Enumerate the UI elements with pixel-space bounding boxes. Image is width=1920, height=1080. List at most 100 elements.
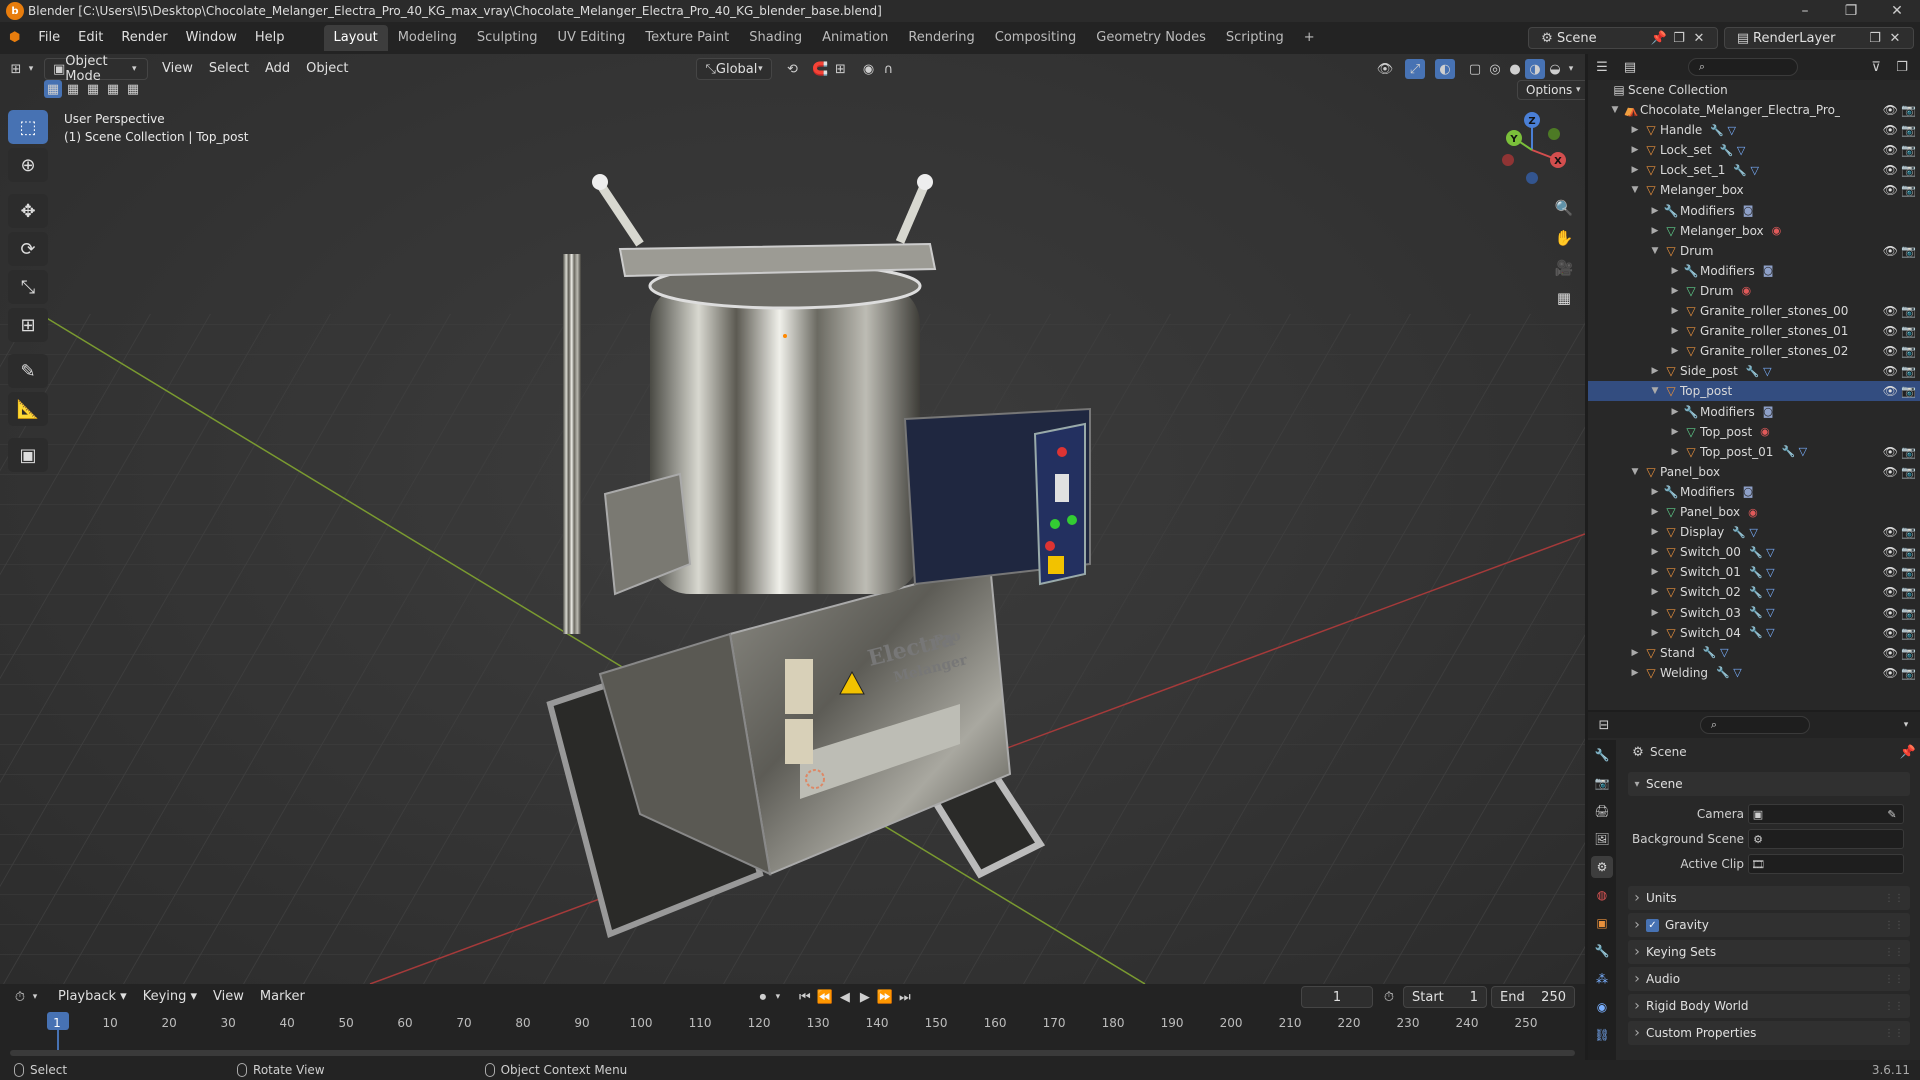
disclosure-collapsed-icon[interactable]: ▶ (1668, 447, 1682, 457)
render-camera-icon[interactable]: 📷 (1901, 244, 1916, 258)
tab-geometry-nodes[interactable]: Geometry Nodes (1086, 25, 1216, 51)
disclosure-collapsed-icon[interactable]: ▶ (1668, 427, 1682, 437)
xray-icon[interactable]: ▢ (1465, 59, 1485, 79)
menu-window[interactable]: Window (177, 26, 246, 50)
section-rigid-body-world[interactable]: › Rigid Body World ⋮⋮ (1628, 994, 1910, 1018)
eye-icon[interactable]: 👁 (1883, 103, 1898, 117)
tab-animation[interactable]: Animation (812, 25, 898, 51)
modifier-mesh-icon[interactable]: 🔧 ▽ (1732, 526, 1758, 539)
eye-icon[interactable]: 👁 (1883, 364, 1898, 378)
camera-view-icon[interactable]: 🎥 (1550, 254, 1578, 282)
outliner-row[interactable]: ▶ ▽ Side_post 🔧 ▽ 👁 📷 (1588, 361, 1920, 381)
chevron-down-icon[interactable]: ▾ (1565, 59, 1577, 79)
material-icon[interactable]: ◉ (1741, 284, 1751, 297)
field-camera[interactable]: ▣ ✎ (1748, 804, 1904, 824)
render-camera-icon[interactable]: 📷 (1901, 525, 1916, 539)
modifier-mesh-icon[interactable]: 🔧 ▽ (1749, 586, 1775, 599)
navigation-gizmo[interactable]: Z X Y (1496, 110, 1568, 188)
viewport-scene[interactable]: Electra Pro Melanger (0, 54, 1585, 984)
disclosure-collapsed-icon[interactable]: ▶ (1648, 226, 1662, 236)
tab-sculpting[interactable]: Sculpting (467, 25, 548, 51)
outliner-row[interactable]: ▼ ▽ Panel_box 👁 📷 (1588, 462, 1920, 482)
eye-icon[interactable]: 👁 (1883, 585, 1898, 599)
drag-handle-icon[interactable]: ⋮⋮ (1884, 920, 1904, 931)
modifier-mesh-icon[interactable]: 🔧 ▽ (1781, 445, 1807, 458)
eye-icon[interactable]: 👁 (1883, 525, 1898, 539)
eye-icon[interactable]: 👁 (1883, 344, 1898, 358)
render-camera-icon[interactable]: 📷 (1901, 344, 1916, 358)
eye-icon[interactable]: 👁 (1883, 565, 1898, 579)
outliner-row[interactable]: ▶ ▽ Granite_roller_stones_01 👁 📷 (1588, 321, 1920, 341)
outliner-row[interactable]: ▶ ▽ Switch_02 🔧 ▽ 👁 📷 (1588, 582, 1920, 602)
filter-icon[interactable]: ⊽ (1866, 57, 1886, 77)
material-icon[interactable]: ◉ (1748, 506, 1758, 519)
overlay-icon[interactable]: ◐ (1435, 59, 1455, 79)
mode-selector[interactable]: ▣ Object Mode ▾ (44, 54, 148, 84)
disclosure-expanded-icon[interactable]: ▼ (1628, 185, 1642, 195)
outliner-row[interactable]: ▶ 🔧 Modifiers ◙ (1588, 201, 1920, 221)
delete-scene-icon[interactable]: ✕ (1689, 28, 1709, 48)
disclosure-collapsed-icon[interactable]: ▶ (1668, 266, 1682, 276)
modifier-mesh-icon[interactable]: 🔧 ▽ (1733, 164, 1759, 177)
modifier-mesh-icon[interactable]: 🔧 ▽ (1703, 646, 1729, 659)
render-camera-icon[interactable]: 📷 (1901, 545, 1916, 559)
solid-shading-icon[interactable]: ● (1505, 59, 1525, 79)
render-camera-icon[interactable]: 📷 (1901, 666, 1916, 680)
modifier-mesh-icon[interactable]: 🔧 ▽ (1749, 566, 1775, 579)
timeline[interactable]: ⏱ ▾ Playback ▾ Keying ▾ View Marker ⏺ ▾ … (0, 984, 1585, 1060)
eye-icon[interactable]: 👁 (1883, 123, 1898, 137)
disclosure-collapsed-icon[interactable]: ▶ (1628, 125, 1642, 135)
output-tab-icon[interactable]: 🖨 (1591, 800, 1613, 822)
visibility-icon[interactable]: 👁 (1375, 59, 1395, 79)
outliner-row[interactable]: ▶ ▽ Welding 🔧 ▽ 👁 📷 (1588, 663, 1920, 683)
disclosure-collapsed-icon[interactable]: ▶ (1668, 326, 1682, 336)
transform-orientation[interactable]: ⤡ Global ▾ (696, 58, 773, 80)
material-shading-icon[interactable]: ◑ (1525, 59, 1545, 79)
outliner-row[interactable]: ▶ ▽ Switch_03 🔧 ▽ 👁 📷 (1588, 603, 1920, 623)
disclosure-collapsed-icon[interactable]: ▶ (1648, 547, 1662, 557)
select-extend-icon[interactable]: ▦ (64, 80, 82, 98)
melanger-model[interactable]: Electra Pro Melanger (546, 174, 1091, 939)
select-subtract-icon[interactable]: ▦ (84, 80, 102, 98)
eye-icon[interactable]: 👁 (1883, 143, 1898, 157)
drag-handle-icon[interactable]: ⋮⋮ (1884, 1028, 1904, 1039)
render-camera-icon[interactable]: 📷 (1901, 646, 1916, 660)
view-layer-tab-icon[interactable]: 🖼 (1591, 828, 1613, 850)
menu-file[interactable]: File (29, 26, 69, 50)
eye-icon[interactable]: 👁 (1883, 666, 1898, 680)
drag-handle-icon[interactable]: ⋮⋮ (1884, 1001, 1904, 1012)
disclosure-collapsed-icon[interactable]: ▶ (1668, 346, 1682, 356)
disclosure-expanded-icon[interactable]: ▼ (1648, 246, 1662, 256)
menu-view[interactable]: View (154, 58, 201, 80)
gravity-checkbox[interactable]: ✓ (1646, 918, 1659, 932)
tab-texture-paint[interactable]: Texture Paint (635, 25, 739, 51)
disclosure-expanded-icon[interactable]: ▼ (1628, 467, 1642, 477)
tab-uv-editing[interactable]: UV Editing (548, 25, 636, 51)
disclosure-collapsed-icon[interactable]: ▶ (1648, 527, 1662, 537)
outliner-row[interactable]: ▶ ▽ Top_post ◉ (1588, 422, 1920, 442)
modifier-mesh-icon[interactable]: 🔧 ▽ (1749, 626, 1775, 639)
outliner-row[interactable]: ▶ 🔧 Modifiers ◙ (1588, 482, 1920, 502)
section-audio[interactable]: › Audio ⋮⋮ (1628, 967, 1910, 991)
outliner-row[interactable]: ▶ ▽ Handle 🔧 ▽ 👁 📷 (1588, 120, 1920, 140)
select-box-tool[interactable]: ⬚ (8, 110, 48, 144)
menu-help[interactable]: Help (246, 26, 294, 50)
snap-icon[interactable]: 🧲 (810, 59, 830, 79)
modifier-badge-icon[interactable]: ◙ (1763, 405, 1774, 418)
field-background-scene[interactable]: ⚙ (1748, 829, 1904, 849)
material-icon[interactable]: ◉ (1772, 224, 1782, 237)
object-tab-icon[interactable]: ▣ (1591, 912, 1613, 934)
add-workspace-icon[interactable]: + (1294, 25, 1325, 51)
tab-layout[interactable]: Layout (323, 25, 388, 51)
rendered-shading-icon[interactable]: ◒ (1545, 59, 1565, 79)
drag-handle-icon[interactable]: ⋮⋮ (1884, 893, 1904, 904)
render-camera-icon[interactable]: 📷 (1901, 465, 1916, 479)
outliner-row[interactable]: ▼ ▽ Melanger_box 👁 📷 (1588, 180, 1920, 200)
eye-icon[interactable]: 👁 (1883, 465, 1898, 479)
constraints-tab-icon[interactable]: ⛓ (1591, 1024, 1613, 1046)
tab-scripting[interactable]: Scripting (1216, 25, 1294, 51)
eye-icon[interactable]: 👁 (1883, 384, 1898, 398)
modifier-mesh-icon[interactable]: 🔧 ▽ (1710, 124, 1736, 137)
disclosure-collapsed-icon[interactable]: ▶ (1668, 306, 1682, 316)
scale-tool[interactable]: ⤡ (8, 270, 48, 304)
